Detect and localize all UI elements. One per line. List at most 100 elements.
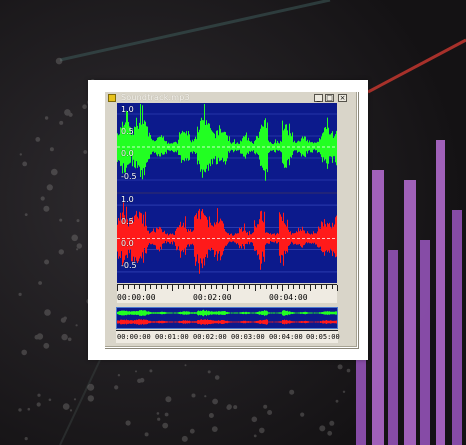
ruler-tick xyxy=(221,285,223,289)
ruler-tick xyxy=(326,285,327,289)
ruler-tick xyxy=(320,285,322,289)
maximize-button[interactable]: □ xyxy=(325,94,334,102)
background-dot xyxy=(18,292,22,296)
background-dot xyxy=(135,370,137,373)
background-dot xyxy=(226,405,232,410)
background-dot xyxy=(300,412,305,417)
overview-ruler: 00:00:00 00:01:00 00:02:00 00:03:00 00:0… xyxy=(116,330,340,343)
background-dot xyxy=(149,369,153,373)
background-dot xyxy=(67,337,72,342)
background-dot xyxy=(19,153,22,156)
background-dot xyxy=(259,427,265,434)
background-dot xyxy=(289,389,295,395)
y-label-right-3: 0.0 xyxy=(121,239,134,248)
ruler-tick xyxy=(210,285,212,289)
ruler-tick xyxy=(238,285,239,289)
background-dot xyxy=(75,324,78,327)
timeline-ruler[interactable]: 00:00:00 00:02:00 00:04:00 xyxy=(117,284,338,303)
background-dot xyxy=(87,383,95,391)
overview-label-2: 00:02:00 xyxy=(193,333,227,341)
ruler-tick xyxy=(287,285,289,289)
background-dot xyxy=(48,398,52,402)
background-dot xyxy=(64,109,71,116)
timeline-label-2: 00:04:00 xyxy=(269,293,308,302)
close-button[interactable]: × xyxy=(338,94,347,102)
y-label-right-1: 1.0 xyxy=(121,195,134,204)
background-dot xyxy=(24,213,28,217)
ruler-tick xyxy=(304,285,305,289)
background-dot xyxy=(165,396,172,403)
background-bar xyxy=(372,170,384,445)
background-dot xyxy=(144,432,149,437)
ruler-tick xyxy=(282,285,283,291)
title-bar[interactable]: Soundtrack.mp3 _ □ × xyxy=(107,93,353,103)
ruler-tick xyxy=(117,285,118,291)
background-dot xyxy=(184,364,187,367)
background-bar xyxy=(452,210,462,445)
ruler-tick xyxy=(166,285,168,289)
background-bar xyxy=(420,240,430,445)
background-dot xyxy=(212,398,219,405)
timeline-label-1: 00:02:00 xyxy=(193,293,232,302)
minimize-button[interactable]: _ xyxy=(314,94,323,102)
background-dot xyxy=(211,426,218,432)
background-dot xyxy=(24,437,28,441)
ruler-tick xyxy=(249,285,250,289)
app-icon xyxy=(108,94,116,102)
ruler-tick xyxy=(155,285,157,289)
ruler-tick xyxy=(293,285,294,289)
background-dot xyxy=(73,398,77,401)
background-dot xyxy=(191,393,196,398)
background-dot xyxy=(55,57,63,65)
ruler-tick xyxy=(177,285,179,289)
ruler-tick xyxy=(271,285,272,289)
background-dot xyxy=(156,412,160,415)
ruler-tick xyxy=(172,285,173,291)
background-dot xyxy=(327,430,333,436)
ruler-tick xyxy=(276,285,278,289)
background-dot xyxy=(62,403,70,410)
ruler-tick xyxy=(216,285,217,289)
background-dot xyxy=(63,316,67,320)
background-dot xyxy=(263,404,268,409)
background-dot xyxy=(76,243,83,249)
timeline-label-0: 00:00:00 xyxy=(117,293,156,302)
overview-waveform[interactable] xyxy=(116,307,338,329)
background-dot xyxy=(58,249,64,255)
background-dot xyxy=(137,378,142,383)
background-dot xyxy=(157,417,161,421)
ruler-tick xyxy=(188,285,190,289)
channel-separator xyxy=(117,192,337,194)
background-dot xyxy=(208,413,214,418)
ruler-tick xyxy=(161,285,162,289)
background-dot xyxy=(319,425,326,432)
waveform-display[interactable] xyxy=(117,103,337,283)
background-dot xyxy=(114,385,119,390)
background-dot xyxy=(335,399,339,403)
background-dot xyxy=(43,342,50,349)
y-label-left-1: 1.0 xyxy=(121,105,134,114)
background-dot xyxy=(267,410,273,415)
background-dot xyxy=(83,150,88,154)
background-dot xyxy=(46,184,53,191)
background-dot xyxy=(337,364,343,370)
background-dot xyxy=(35,137,41,142)
background-dot xyxy=(204,395,207,398)
ruler-tick xyxy=(254,285,256,291)
background-dot xyxy=(18,408,22,412)
background-dot xyxy=(162,422,169,429)
ruler-tick xyxy=(139,285,140,289)
ruler-tick xyxy=(150,285,151,289)
background-dot xyxy=(36,402,41,407)
background-dot xyxy=(51,168,58,176)
background-dot xyxy=(346,368,351,373)
ruler-tick xyxy=(265,285,267,289)
ruler-tick xyxy=(183,285,184,289)
background-dot xyxy=(40,196,45,201)
background-dot xyxy=(27,407,31,411)
ruler-tick xyxy=(298,285,300,289)
background-dot xyxy=(233,405,238,410)
background-dot xyxy=(59,218,63,222)
background-dot xyxy=(251,416,258,423)
ruler-tick xyxy=(309,285,311,291)
